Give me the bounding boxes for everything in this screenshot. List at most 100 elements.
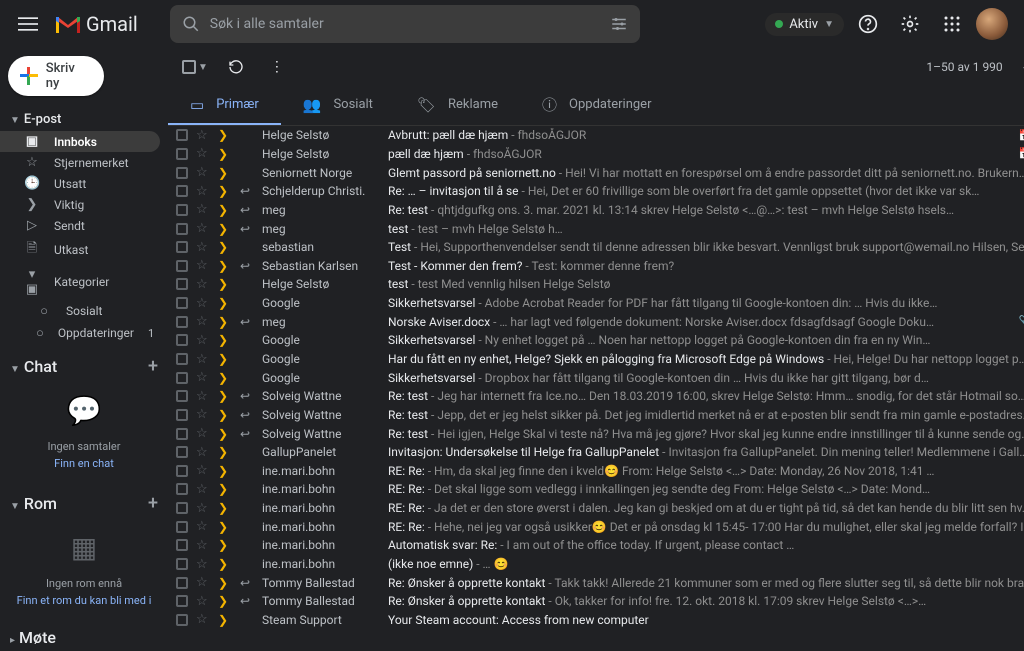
star-icon[interactable]: ☆ — [196, 445, 210, 460]
tab-reklame[interactable]: 🏷Reklame — [395, 86, 520, 125]
important-icon[interactable]: ❯ — [218, 259, 232, 273]
mail-row[interactable]: ☆❯ine.mari.bohnAutomatisk svar: Re: - I … — [168, 536, 1024, 555]
sidebar-item-kategorier[interactable]: ▾ ▣Kategorier — [0, 264, 160, 300]
find-room-link[interactable]: Finn et rom du kan bli med i — [4, 592, 164, 610]
row-checkbox[interactable] — [176, 521, 188, 533]
important-icon[interactable]: ❯ — [218, 501, 232, 515]
row-checkbox[interactable] — [176, 465, 188, 477]
star-icon[interactable]: ☆ — [196, 258, 210, 273]
sidebar-item-oppdateringer[interactable]: ○Oppdateringer1 — [0, 322, 160, 344]
row-checkbox[interactable] — [176, 390, 188, 402]
sidebar-item-sosialt[interactable]: ○Sosialt — [0, 300, 160, 322]
prev-page-button[interactable]: ‹ — [1013, 55, 1024, 79]
mail-row[interactable]: ☆❯↩Solveig WattneRe: test - Jeg har inte… — [168, 387, 1024, 406]
star-icon[interactable]: ☆ — [196, 538, 210, 553]
mail-row[interactable]: ☆❯↩Tommy BallestadRe: Ønsker å opprette … — [168, 573, 1024, 592]
mail-row[interactable]: ☆❯ine.mari.bohn(ikke noe emne) - … 😊26.1… — [168, 555, 1024, 574]
mail-row[interactable]: ☆❯↩Sebastian KarlsenTest - Kommer den fr… — [168, 256, 1024, 275]
mail-row[interactable]: ☆❯↩megtest - test – mvh Helge Selstø h…0… — [168, 219, 1024, 238]
mail-row[interactable]: ☆❯Steam SupportYour Steam account: Acces… — [168, 611, 1024, 630]
important-icon[interactable]: ❯ — [218, 166, 232, 180]
important-icon[interactable]: ❯ — [218, 184, 232, 198]
row-checkbox[interactable] — [176, 577, 188, 589]
select-all-checkbox[interactable] — [182, 60, 196, 74]
account-avatar[interactable] — [976, 8, 1008, 40]
star-icon[interactable]: ☆ — [196, 314, 210, 329]
mail-row[interactable]: ☆❯GoogleSikkerhetsvarsel - Ny enhet logg… — [168, 331, 1024, 350]
select-all[interactable]: ▼ — [182, 60, 208, 74]
apps-button[interactable] — [934, 6, 970, 42]
important-icon[interactable]: ❯ — [218, 315, 232, 329]
mail-row[interactable]: ☆❯↩Tommy BallestadRe: Ønsker å opprette … — [168, 592, 1024, 611]
star-icon[interactable]: ☆ — [196, 594, 210, 609]
find-chat-link[interactable]: Finn en chat — [4, 455, 164, 473]
row-checkbox[interactable] — [176, 483, 188, 495]
important-icon[interactable]: ❯ — [218, 277, 232, 291]
nav-email-header[interactable]: ▼E-post — [0, 108, 168, 131]
mail-row[interactable]: ☆❯GoogleSikkerhetsvarsel - Dropbox har f… — [168, 368, 1024, 387]
nav-rooms-header[interactable]: ▼Rom + — [0, 489, 168, 518]
row-checkbox[interactable] — [176, 372, 188, 384]
star-icon[interactable]: ☆ — [196, 277, 210, 292]
star-icon[interactable]: ☆ — [196, 557, 210, 572]
important-icon[interactable]: ❯ — [218, 352, 232, 366]
mail-row[interactable]: ☆❯ine.mari.bohnRE: Re: - Det skal ligge … — [168, 480, 1024, 499]
row-checkbox[interactable] — [176, 334, 188, 346]
important-icon[interactable]: ❯ — [218, 371, 232, 385]
star-icon[interactable]: ☆ — [196, 240, 210, 255]
row-checkbox[interactable] — [176, 558, 188, 570]
important-icon[interactable]: ❯ — [218, 333, 232, 347]
more-button[interactable]: ⋮ — [264, 55, 288, 79]
important-icon[interactable]: ❯ — [218, 240, 232, 254]
row-checkbox[interactable] — [176, 167, 188, 179]
mail-row[interactable]: ☆❯↩Solveig WattneRe: test - Jepp, det er… — [168, 406, 1024, 425]
important-icon[interactable]: ❯ — [218, 128, 232, 142]
status-selector[interactable]: Aktiv ▼ — [765, 13, 844, 36]
star-icon[interactable]: ☆ — [196, 128, 210, 143]
important-icon[interactable]: ❯ — [218, 389, 232, 403]
tab-oppdateringer[interactable]: ⓘOppdateringer — [520, 86, 673, 125]
search-input[interactable] — [200, 16, 610, 32]
search-bar[interactable] — [170, 5, 640, 43]
important-icon[interactable]: ❯ — [218, 557, 232, 571]
important-icon[interactable]: ❯ — [218, 576, 232, 590]
compose-button[interactable]: Skriv ny — [8, 56, 104, 96]
nav-chat-header[interactable]: ▼Chat + — [0, 352, 168, 381]
mail-row[interactable]: ☆❯↩megRe: test - qhtjdgufkg ons. 3. mar.… — [168, 201, 1024, 220]
star-icon[interactable]: ☆ — [196, 482, 210, 497]
row-checkbox[interactable] — [176, 446, 188, 458]
star-icon[interactable]: ☆ — [196, 426, 210, 441]
row-checkbox[interactable] — [176, 316, 188, 328]
row-checkbox[interactable] — [176, 539, 188, 551]
important-icon[interactable]: ❯ — [218, 147, 232, 161]
row-checkbox[interactable] — [176, 502, 188, 514]
row-checkbox[interactable] — [176, 129, 188, 141]
star-icon[interactable]: ☆ — [196, 370, 210, 385]
settings-button[interactable] — [892, 6, 928, 42]
new-chat-button[interactable]: + — [148, 356, 158, 377]
important-icon[interactable]: ❯ — [218, 445, 232, 459]
star-icon[interactable]: ☆ — [196, 333, 210, 348]
mail-row[interactable]: ☆❯Helge SelstøAvbrutt: pæll dæ hjæm - fh… — [168, 126, 1024, 145]
mail-row[interactable]: ☆❯GoogleHar du fått en ny enhet, Helge? … — [168, 350, 1024, 369]
row-checkbox[interactable] — [176, 297, 188, 309]
mail-row[interactable]: ☆❯Seniornett NorgeGlemt passord på senio… — [168, 163, 1024, 182]
refresh-button[interactable] — [224, 55, 248, 79]
mail-row[interactable]: ☆❯sebastianTest - Hei, Supporthenvendels… — [168, 238, 1024, 257]
row-checkbox[interactable] — [176, 185, 188, 197]
important-icon[interactable]: ❯ — [218, 613, 232, 627]
important-icon[interactable]: ❯ — [218, 427, 232, 441]
mail-row[interactable]: ☆❯ine.mari.bohnRE: Re: - Hehe, nei jeg v… — [168, 517, 1024, 536]
search-options-icon[interactable] — [610, 15, 628, 33]
star-icon[interactable]: ☆ — [196, 202, 210, 217]
sidebar-item-viktig[interactable]: ❯Viktig — [0, 194, 160, 215]
important-icon[interactable]: ❯ — [218, 408, 232, 422]
tab-primær[interactable]: ▭Primær — [168, 86, 281, 125]
sidebar-item-utsatt[interactable]: 🕒Utsatt — [0, 173, 160, 194]
star-icon[interactable]: ☆ — [196, 146, 210, 161]
mail-row[interactable]: ☆❯GoogleSikkerhetsvarsel - Adobe Acrobat… — [168, 294, 1024, 313]
star-icon[interactable]: ☆ — [196, 296, 210, 311]
chevron-down-icon[interactable]: ▼ — [198, 62, 208, 73]
star-icon[interactable]: ☆ — [196, 352, 210, 367]
mail-row[interactable]: ☆❯Helge Selstøpæll dæ hjæm - fhdsoÅGJOR📅… — [168, 145, 1024, 164]
